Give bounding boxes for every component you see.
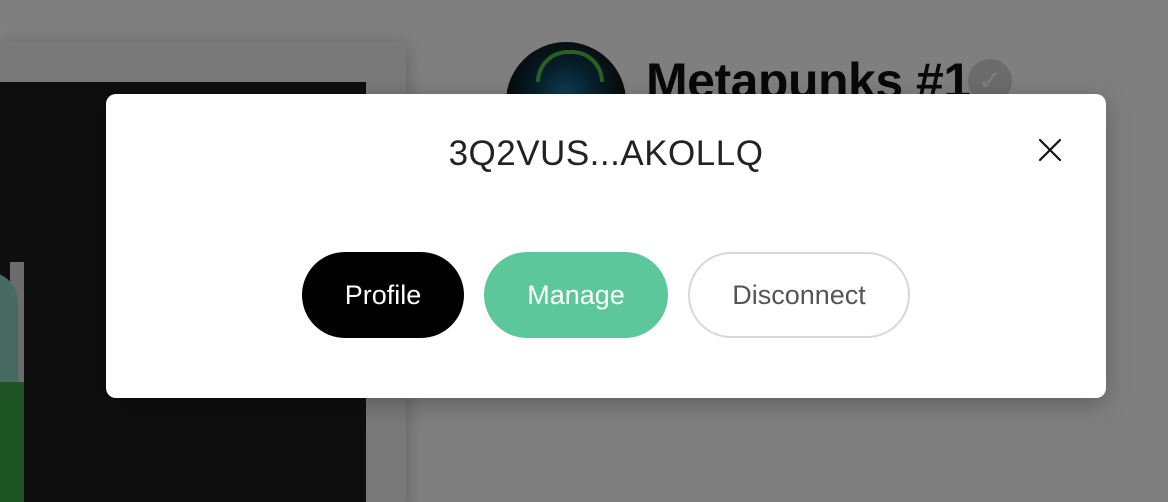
wallet-modal: 3Q2VUS...AKOLLQ Profile Manage Disconnec… (106, 94, 1106, 398)
close-icon (1038, 138, 1062, 162)
modal-actions: Profile Manage Disconnect (302, 252, 910, 338)
disconnect-button[interactable]: Disconnect (688, 252, 910, 338)
close-button[interactable] (1032, 132, 1068, 168)
profile-button[interactable]: Profile (302, 252, 464, 338)
page: Metapunks #1 ✓ 3Q2VUS...AKOLLQ Profile M… (0, 0, 1168, 502)
manage-button[interactable]: Manage (484, 252, 668, 338)
wallet-address: 3Q2VUS...AKOLLQ (448, 134, 764, 173)
